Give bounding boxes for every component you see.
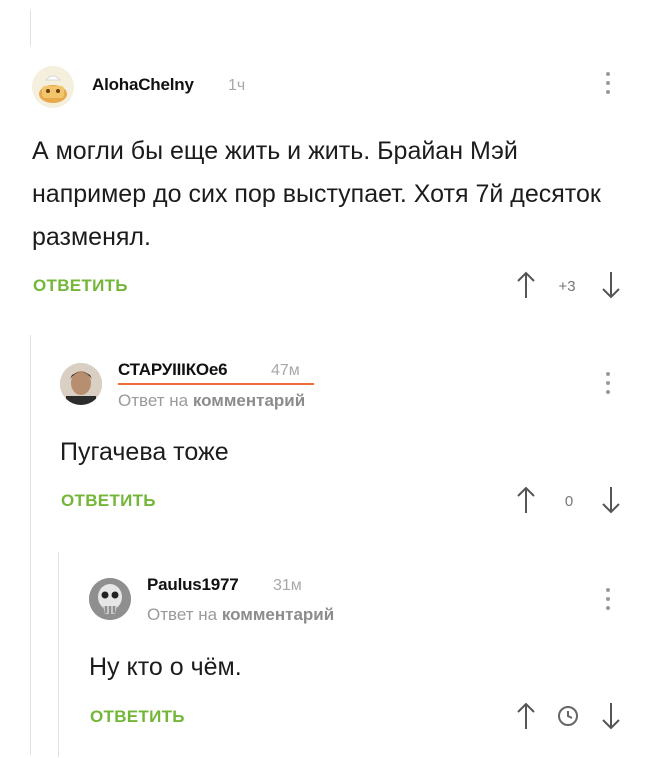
clock-icon [557, 705, 579, 727]
comment-rating: +3 [558, 278, 576, 295]
reply-button[interactable]: ОТВЕТИТЬ [61, 491, 156, 511]
person-photo-avatar-icon[interactable] [60, 363, 102, 405]
reply-to-prefix: Ответ на [147, 605, 218, 624]
arrow-down-icon[interactable] [600, 485, 622, 515]
comment-text: А могли бы еще жить и жить. Брайан Мэй н… [32, 137, 601, 251]
comment-username[interactable]: AlohaChelny [92, 75, 194, 95]
username-highlight-underline [118, 383, 314, 385]
more-vertical-icon[interactable] [603, 586, 613, 614]
arrow-up-icon[interactable] [515, 270, 537, 300]
reply-to-prefix: Ответ на [118, 391, 189, 410]
reply-button[interactable]: ОТВЕТИТЬ [33, 276, 128, 296]
arrow-down-icon[interactable] [600, 701, 622, 731]
comment-username[interactable]: Paulus1977 [147, 575, 239, 595]
comment-time: 47м [271, 362, 300, 379]
thread-line-level-2 [58, 552, 59, 757]
thread-line-level-1 [30, 335, 31, 755]
skull-avatar-icon[interactable] [89, 578, 131, 620]
comment-text: Ну кто о чём. [89, 653, 242, 681]
thread-line-top [30, 10, 31, 46]
comment-time: 1ч [228, 77, 246, 94]
more-vertical-icon[interactable] [603, 370, 613, 398]
arrow-up-icon[interactable] [515, 485, 537, 515]
reply-to-note: Ответ на комментарий [118, 391, 305, 411]
reply-to-link[interactable]: комментарий [193, 391, 305, 410]
comment-rating: 0 [564, 493, 574, 510]
cartoon-avatar-icon[interactable] [32, 66, 74, 108]
reply-button[interactable]: ОТВЕТИТЬ [90, 707, 185, 727]
reply-to-link[interactable]: комментарий [222, 605, 334, 624]
comment-time: 31м [273, 577, 302, 594]
comment-text: Пугачева тоже [60, 438, 229, 466]
arrow-down-icon[interactable] [600, 270, 622, 300]
arrow-up-icon[interactable] [515, 701, 537, 731]
comment-username[interactable]: СТАРУIIIКОе6 [118, 360, 228, 380]
reply-to-note: Ответ на комментарий [147, 605, 334, 625]
more-vertical-icon[interactable] [603, 70, 613, 98]
